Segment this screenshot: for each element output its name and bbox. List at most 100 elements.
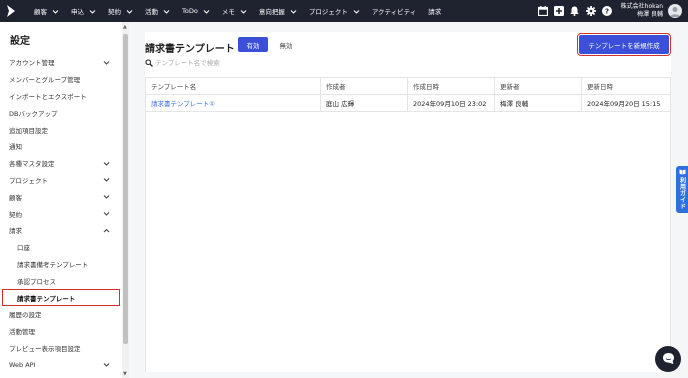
nav-item-6[interactable]: 意向把握 (253, 0, 303, 22)
scrollbar-thumb[interactable] (123, 34, 128, 344)
create-template-button[interactable]: テンプレートを新規作成 (577, 33, 671, 56)
nav-right-group: ? 株式会社hokan 梅澤 良輔 (535, 0, 688, 22)
usage-guide-tab[interactable]: 利用ガイド (676, 166, 688, 213)
sidebar-item-4[interactable]: 追加項目設定 (0, 121, 122, 138)
sidebar-item-13[interactable]: 承認プロセス (0, 272, 122, 289)
sidebar-item-7[interactable]: プロジェクト (0, 172, 122, 189)
nav-item-label: プロジェクト (308, 8, 348, 16)
sidebar-item-label: プレビュー表示項目設定 (9, 344, 81, 353)
column-header[interactable]: 作成者 (321, 77, 408, 95)
tab-disabled[interactable]: 無効 (273, 37, 299, 52)
sidebar-item-6[interactable]: 各種マスタ設定 (0, 155, 122, 172)
sidebar-item-label: 請求書備考テンプレート (17, 260, 89, 269)
sidebar-title: 設定 (10, 36, 30, 47)
nav-item-label: 請求 (428, 8, 442, 16)
nav-item-9[interactable]: 請求 (422, 0, 447, 22)
sidebar-item-0[interactable]: アカウント管理 (0, 54, 122, 71)
sidebar-item-5[interactable]: 通知 (0, 138, 122, 155)
sidebar-item-15[interactable]: 履歴の設定 (0, 306, 122, 323)
table-header: テンプレート名 作成者 作成日時 更新者 更新日時 (146, 77, 670, 95)
chevron-down-icon (353, 8, 360, 15)
scroll-down-arrow-icon[interactable]: ▼ (123, 371, 127, 377)
sidebar-item-11[interactable]: 口座 (0, 239, 122, 256)
sidebar-item-label: 口座 (17, 244, 30, 253)
sidebar-item-label: 各種マスタ設定 (9, 160, 55, 169)
nav-item-label: 契約 (108, 8, 121, 16)
template-panel: 請求書テンプレート 有効 無効 テンプレートを新規作成 テンプレート名作成者作成… (145, 32, 671, 378)
chevron-up-icon (103, 227, 110, 234)
user-info[interactable]: 株式会社hokan 梅澤 良輔 (621, 3, 663, 19)
nav-item-3[interactable]: 活動 (139, 0, 176, 22)
chevron-down-icon (103, 176, 110, 183)
column-header[interactable]: テンプレート名 (146, 77, 321, 95)
sidebar-list: アカウント管理メンバーとグループ管理インポートとエクスポート DBバックアップ 追加… (0, 54, 122, 373)
chevron-down-icon (103, 59, 110, 66)
chevron-down-icon (103, 361, 110, 368)
search-input[interactable] (155, 59, 285, 67)
template-table: テンプレート名 作成者 作成日時 更新者 更新日時 請求書テンプレート① 庭山 広輝 202… (145, 77, 671, 378)
nav-item-label: 申込 (71, 8, 84, 16)
sidebar-item-label: 活動管理 (9, 328, 35, 337)
top-navigation: 顧客 申込 契約 活動 ToDo メモ 意向把握 プロジェクト アクティビティ 請求 ? 株式会社… (0, 0, 688, 22)
table-row[interactable]: 請求書テンプレート① 庭山 広輝 2024年09月10日 23:02 梅澤 良輔 202… (146, 94, 670, 112)
nav-item-1[interactable]: 申込 (65, 0, 102, 22)
chat-bubble-icon (662, 352, 675, 367)
sidebar-item-label: 追加項目設定 (9, 126, 48, 135)
search-bar (145, 57, 295, 69)
sidebar-item-3[interactable]: DBバックアップ (0, 104, 122, 121)
chevron-down-icon (126, 8, 133, 15)
template-name-link[interactable]: 請求書テンプレート① (146, 94, 321, 112)
table-cell: 梅澤 良輔 (495, 94, 582, 112)
gear-icon[interactable] (583, 0, 599, 22)
sidebar-item-14[interactable]: 請求書テンプレート (2, 289, 120, 306)
column-header[interactable]: 更新日時 (582, 78, 670, 95)
sidebar-item-2[interactable]: インポートとエクスポート (0, 88, 122, 105)
sidebar-item-16[interactable]: 活動管理 (0, 323, 122, 340)
chevron-down-icon (240, 8, 247, 15)
tab-enabled[interactable]: 有効 (238, 37, 268, 52)
logo-icon[interactable] (0, 0, 22, 22)
sidebar-item-label: 請求書テンプレート (17, 294, 76, 303)
nav-item-7[interactable]: プロジェクト (303, 0, 366, 22)
sidebar-item-17[interactable]: プレビュー表示項目設定 (0, 340, 122, 357)
svg-text:?: ? (605, 8, 609, 16)
nav-item-label: 活動 (145, 8, 158, 16)
column-header[interactable]: 更新者 (495, 77, 582, 95)
sidebar-item-18[interactable]: Web API (0, 356, 122, 373)
sidebar-scrollbar[interactable]: ▲ ▼ (122, 22, 129, 378)
chevron-down-icon (290, 8, 297, 15)
nav-item-8[interactable]: アクティビティ (366, 0, 422, 22)
avatar[interactable] (668, 4, 682, 18)
sidebar-item-12[interactable]: 請求書備考テンプレート (0, 256, 122, 273)
sidebar-item-label: Web API (9, 360, 36, 369)
sidebar-item-label: インポートとエクスポート (9, 92, 87, 101)
table-cell: 2024年09月10日 23:02 (408, 94, 495, 112)
sidebar-item-10[interactable]: 請求 (0, 222, 122, 239)
sidebar-item-label: 請求 (9, 227, 22, 236)
chat-button[interactable] (655, 346, 681, 372)
sidebar-item-label: DBバックアップ (9, 109, 58, 118)
sidebar-item-9[interactable]: 契約 (0, 205, 122, 222)
table-cell: 2024年09月20日 15:15 (587, 100, 661, 108)
plus-square-icon[interactable] (551, 0, 567, 22)
sidebar-item-1[interactable]: メンバーとグループ管理 (0, 71, 122, 88)
settings-sidebar: 設定 アカウント管理メンバーとグループ管理インポートとエクスポート DBバックアッ… (0, 22, 122, 378)
nav-item-2[interactable]: 契約 (102, 0, 139, 22)
bell-icon[interactable] (567, 0, 583, 22)
nav-item-label: 意向把握 (258, 8, 285, 16)
page-title: 請求書テンプレート (145, 44, 235, 55)
bottom-strip (129, 372, 688, 378)
help-icon[interactable]: ? (599, 0, 615, 22)
sidebar-item-8[interactable]: 顧客 (0, 188, 122, 205)
nav-item-5[interactable]: メモ (216, 0, 253, 22)
sidebar-item-label: 契約 (9, 210, 22, 219)
scroll-up-arrow-icon[interactable]: ▲ (123, 24, 127, 30)
nav-item-label: メモ (221, 8, 235, 16)
column-header[interactable]: 作成日時 (408, 77, 495, 95)
main-content: 請求書テンプレート 有効 無効 テンプレートを新規作成 テンプレート名作成者作成… (129, 22, 688, 378)
chevron-down-icon (203, 8, 210, 15)
nav-item-4[interactable]: ToDo (176, 0, 216, 22)
calendar-icon[interactable] (535, 0, 551, 22)
nav-item-0[interactable]: 顧客 (28, 0, 65, 22)
sidebar-item-label: アカウント管理 (9, 59, 55, 68)
